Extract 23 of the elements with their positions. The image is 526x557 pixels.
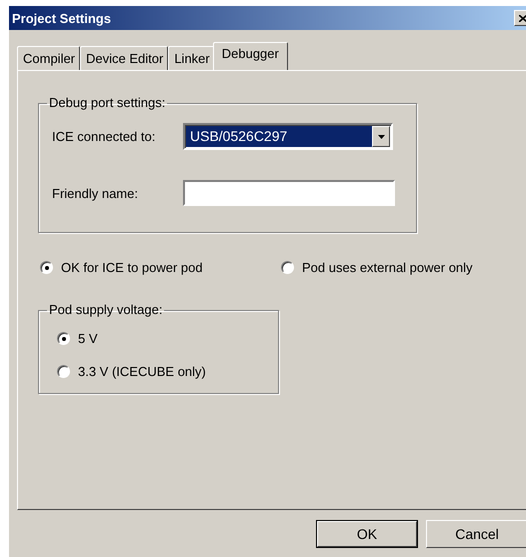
input-field[interactable] <box>183 180 395 206</box>
tab[interactable]: Debugger <box>212 42 288 70</box>
dialog-button[interactable]: OK <box>316 520 418 548</box>
group-title: Debug port settings: <box>48 96 166 110</box>
dropdown-arrow-icon <box>378 134 384 138</box>
radio-button[interactable] <box>40 261 53 274</box>
radio-label: 5 V <box>78 331 98 346</box>
radio-label: 3.3 V (ICECUBE only) <box>78 364 206 379</box>
radio-button[interactable] <box>281 261 294 274</box>
field-label: Friendly name: <box>52 186 139 200</box>
radio-label: Pod uses external power only <box>302 260 473 275</box>
window-title: Project Settings <box>12 10 111 26</box>
field-label: ICE connected to: <box>52 129 156 144</box>
tab[interactable]: Linker <box>168 46 215 70</box>
group-title: Pod supply voltage: <box>48 303 164 317</box>
radio-button[interactable] <box>57 365 70 378</box>
dialog-button[interactable]: Cancel <box>426 520 526 548</box>
radio-label: OK for ICE to power pod <box>61 260 203 275</box>
radio-button[interactable] <box>57 332 70 345</box>
tab[interactable]: Compiler <box>17 46 80 70</box>
close-icon <box>519 14 526 22</box>
tab[interactable]: Device Editor <box>80 46 168 70</box>
dropdown[interactable]: USB/0526C297 <box>183 123 393 150</box>
